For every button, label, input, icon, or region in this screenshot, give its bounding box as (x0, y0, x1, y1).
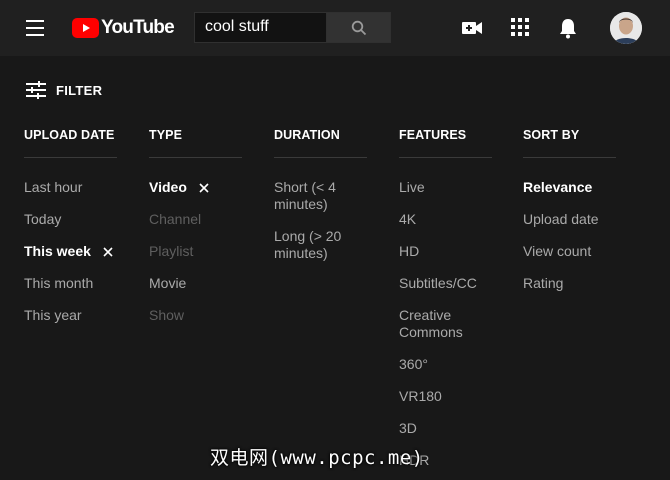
filter-option-today[interactable]: Today (24, 211, 154, 228)
sliders-icon (26, 81, 46, 99)
sort-option-view-count[interactable]: View count (523, 243, 653, 260)
filter-option-4k[interactable]: 4K (399, 211, 529, 228)
apps-grid-icon (511, 18, 529, 36)
apps-button[interactable] (510, 17, 532, 39)
filter-option-short[interactable]: Short (< 4 minutes) (274, 179, 358, 213)
youtube-logo[interactable]: YouTube (72, 17, 175, 39)
sort-option-upload-date[interactable]: Upload date (523, 211, 653, 228)
filter-option-video[interactable]: Video (149, 179, 279, 197)
filter-label: FILTER (56, 82, 103, 98)
close-icon[interactable] (199, 180, 209, 197)
notifications-button[interactable] (558, 17, 580, 39)
filter-group-type: TYPE Video Channel Playlist Movie Show (149, 128, 242, 323)
filter-option-360[interactable]: 360° (399, 356, 529, 373)
play-logo-icon (72, 18, 99, 38)
filter-group-title: TYPE (149, 128, 242, 158)
filter-group-sort-by: SORT BY Relevance Upload date View count… (523, 128, 616, 291)
filter-option-movie[interactable]: Movie (149, 275, 279, 292)
search-button[interactable] (326, 12, 391, 43)
filter-option-show[interactable]: Show (149, 307, 279, 324)
filter-group-title: UPLOAD DATE (24, 128, 117, 158)
filter-option-playlist[interactable]: Playlist (149, 243, 279, 260)
create-video-button[interactable] (461, 17, 483, 39)
bell-icon (560, 19, 576, 39)
sort-option-relevance[interactable]: Relevance (523, 179, 653, 196)
filter-option-creative-commons[interactable]: Creative Commons (399, 307, 483, 341)
filter-option-long[interactable]: Long (> 20 minutes) (274, 228, 358, 262)
filter-option-vr180[interactable]: VR180 (399, 388, 529, 405)
user-avatar-image (610, 12, 642, 44)
filter-option-3d[interactable]: 3D (399, 420, 529, 437)
filter-group-title: SORT BY (523, 128, 616, 158)
filter-option-live[interactable]: Live (399, 179, 529, 196)
filter-option-last-hour[interactable]: Last hour (24, 179, 154, 196)
logo-text: YouTube (101, 17, 175, 38)
filter-group-title: DURATION (274, 128, 367, 158)
filter-toggle-button[interactable]: FILTER (26, 80, 102, 100)
watermark-text: 双电网(www.pcpc.me) (210, 447, 424, 469)
filter-option-this-week[interactable]: This week (24, 243, 154, 261)
close-icon[interactable] (103, 244, 113, 261)
filter-option-hd[interactable]: HD (399, 243, 529, 260)
sort-option-rating[interactable]: Rating (523, 275, 653, 292)
filter-group-upload-date: UPLOAD DATE Last hour Today This week Th… (24, 128, 117, 323)
filter-option-subtitles[interactable]: Subtitles/CC (399, 275, 529, 292)
filter-option-this-month[interactable]: This month (24, 275, 154, 292)
search-icon (351, 20, 367, 36)
search-input[interactable]: cool stuff (194, 12, 326, 43)
filter-option-this-year[interactable]: This year (24, 307, 154, 324)
filter-group-duration: DURATION Short (< 4 minutes) Long (> 20 … (274, 128, 367, 261)
filter-group-features: FEATURES Live 4K HD Subtitles/CC Creativ… (399, 128, 492, 468)
hamburger-menu-icon[interactable] (26, 20, 46, 36)
masthead: YouTube cool stuff (0, 0, 670, 56)
video-camera-plus-icon (462, 22, 482, 34)
filter-group-title: FEATURES (399, 128, 492, 158)
filter-option-channel[interactable]: Channel (149, 211, 279, 228)
avatar[interactable] (610, 12, 642, 44)
